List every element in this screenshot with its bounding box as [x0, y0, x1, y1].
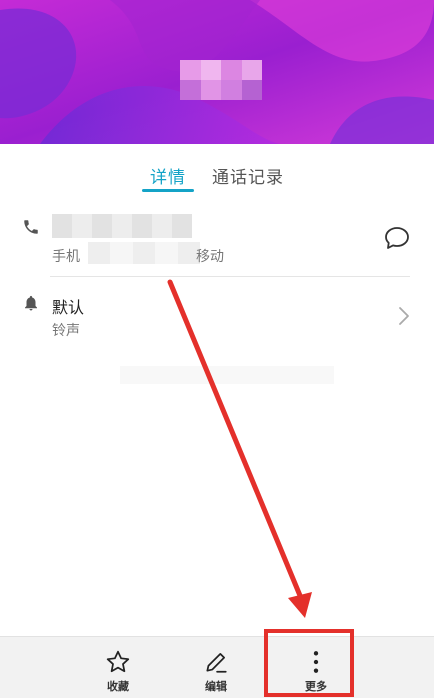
carrier-suffix: 移动: [196, 249, 224, 265]
pencil-icon: [206, 653, 227, 673]
tab-bar: 详情 通话记录: [0, 144, 434, 196]
phone-icon: [24, 220, 38, 234]
row-divider: [50, 276, 410, 277]
more-button[interactable]: 更多: [286, 637, 346, 698]
edit-label: 编辑: [205, 680, 227, 693]
ringtone-subtitle: 铃声: [52, 323, 80, 339]
contact-header: [0, 0, 434, 144]
bottom-action-bar: 收藏 编辑 更多: [0, 636, 434, 698]
star-icon: [106, 650, 130, 673]
favorite-button[interactable]: 收藏: [88, 637, 148, 698]
edit-button[interactable]: 编辑: [186, 637, 246, 698]
phone-number-row[interactable]: 手机 移动: [0, 212, 434, 276]
more-vertical-icon: [313, 651, 319, 673]
blank-placeholder: [120, 366, 334, 384]
tab-details[interactable]: 详情: [142, 144, 194, 192]
bell-icon: [25, 295, 37, 311]
message-icon[interactable]: [384, 226, 410, 250]
ringtone-title: 默认: [52, 298, 85, 317]
more-label: 更多: [305, 680, 327, 693]
phone-type-label: 手机: [52, 249, 80, 265]
phone-number-blurred: [52, 214, 192, 238]
carrier-blurred: [88, 242, 200, 264]
favorite-label: 收藏: [107, 680, 129, 693]
chevron-right-icon[interactable]: [398, 306, 410, 326]
tab-call-log[interactable]: 通话记录: [212, 144, 284, 192]
ringtone-row[interactable]: 默认 铃声: [0, 286, 434, 356]
contact-name-blurred: [180, 60, 262, 100]
